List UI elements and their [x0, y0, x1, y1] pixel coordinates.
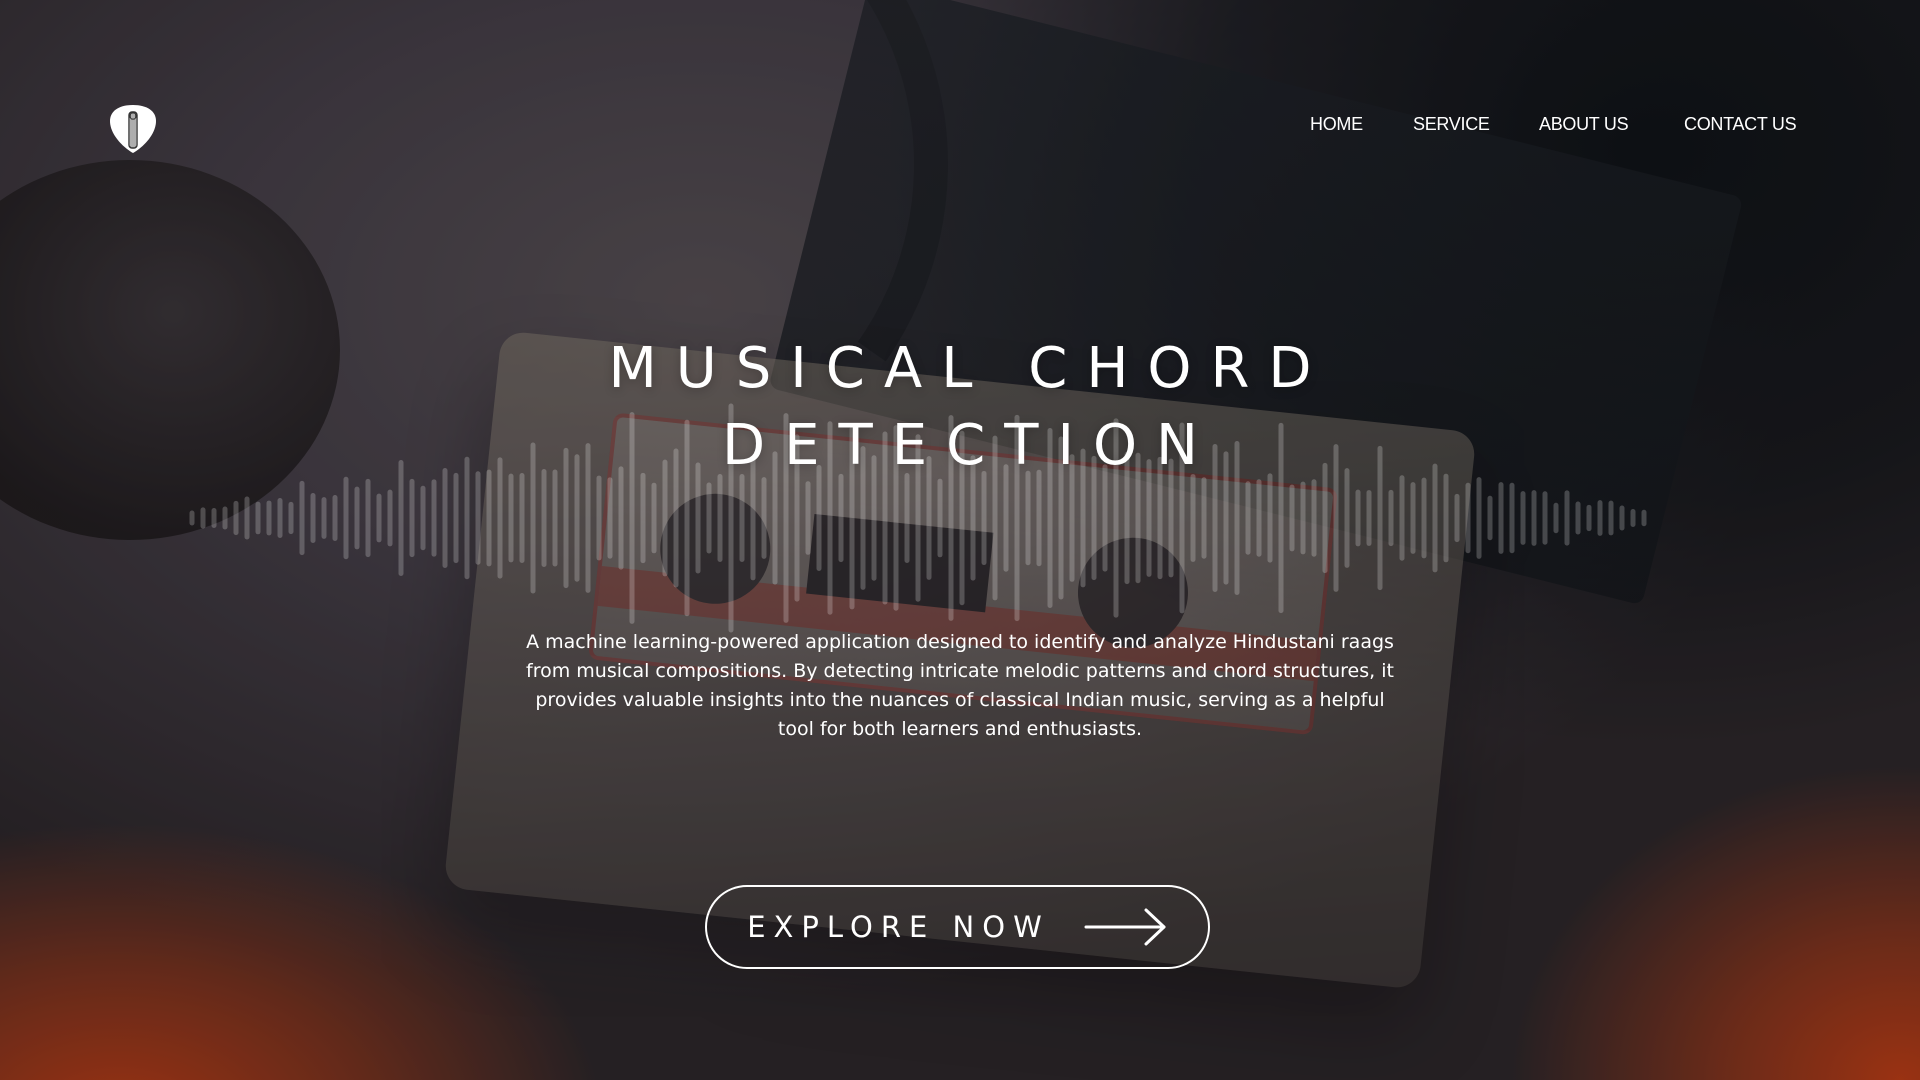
site-header: HOME SERVICE ABOUT US CONTACT US	[0, 0, 1920, 180]
nav-service-link[interactable]: SERVICE	[1413, 114, 1490, 135]
nav-about-link[interactable]: ABOUT US	[1539, 114, 1629, 135]
page-title-line-2: DETECTION	[722, 413, 1217, 478]
nav-contact-link[interactable]: CONTACT US	[1684, 114, 1797, 135]
nav-home-link[interactable]: HOME	[1310, 114, 1363, 135]
main-nav: HOME SERVICE ABOUT US CONTACT US	[0, 114, 1920, 144]
explore-now-button[interactable]: EXPLORE NOW	[705, 885, 1210, 969]
arrow-right-icon	[1084, 908, 1166, 946]
hero-description: A machine learning-powered application d…	[526, 631, 1394, 740]
page-title-line-1: MUSICAL CHORD	[608, 336, 1331, 401]
page-title: MUSICAL CHORD DETECTION	[0, 330, 1920, 484]
explore-now-label: EXPLORE NOW	[747, 910, 1050, 944]
